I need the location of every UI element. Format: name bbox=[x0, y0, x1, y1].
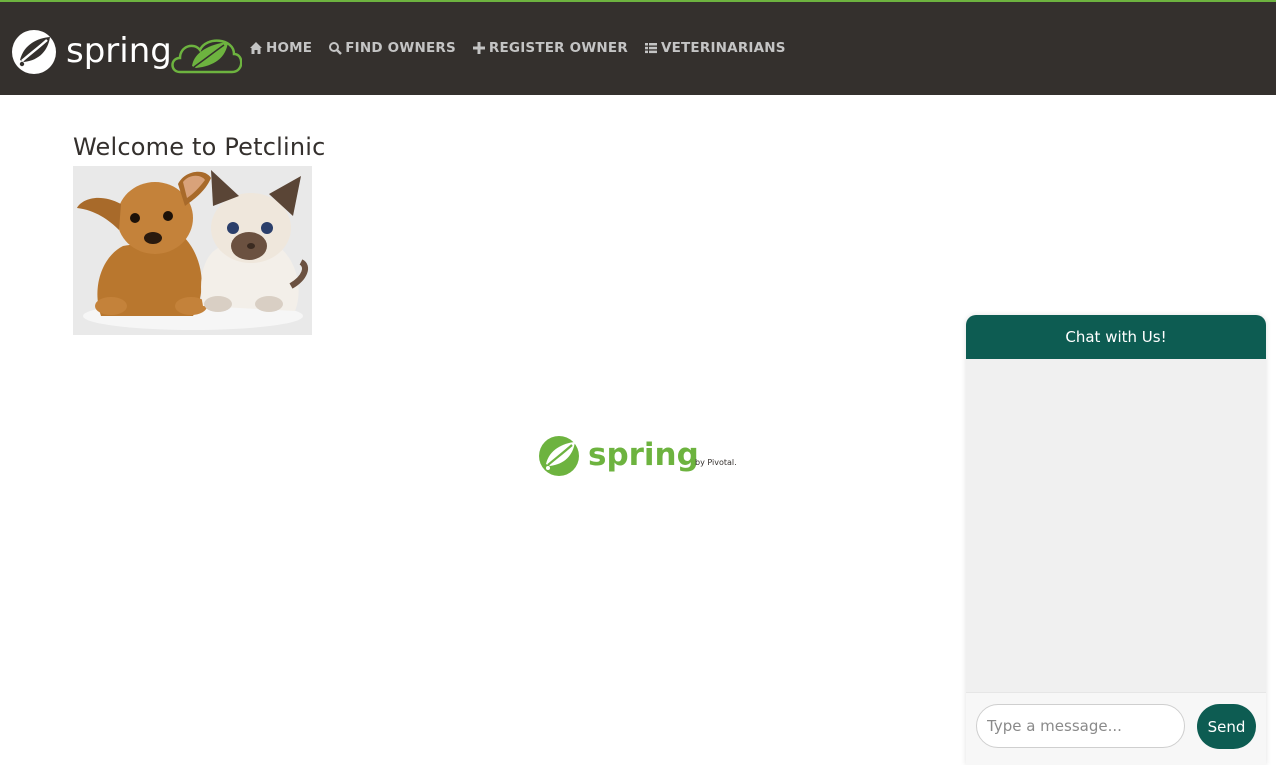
spring-logo[interactable]: spring bbox=[10, 28, 242, 76]
chat-header[interactable]: Chat with Us! bbox=[966, 315, 1266, 359]
chat-messages[interactable] bbox=[966, 359, 1266, 691]
nav-register-owner-label: REGISTER OWNER bbox=[488, 40, 628, 56]
plus-icon bbox=[472, 41, 486, 55]
brand-text: spring bbox=[66, 31, 172, 71]
nav-home[interactable]: HOME bbox=[249, 40, 312, 56]
nav-register-owner[interactable]: REGISTER OWNER bbox=[472, 40, 628, 56]
list-icon bbox=[644, 41, 658, 55]
footer-logo-text: spring bbox=[588, 437, 699, 473]
chat-footer: Send bbox=[966, 692, 1266, 765]
chat-widget: Chat with Us! Send bbox=[966, 315, 1266, 765]
page-title: Welcome to Petclinic bbox=[73, 133, 326, 161]
nav-veterinarians[interactable]: VETERINARIANS bbox=[644, 40, 786, 56]
main-nav: HOME FIND OWNERS REGISTER OWNER VETERINA… bbox=[249, 40, 802, 56]
chat-message-input[interactable] bbox=[976, 704, 1185, 748]
search-icon bbox=[328, 41, 343, 55]
nav-find-owners-label: FIND OWNERS bbox=[345, 40, 456, 56]
nav-home-label: HOME bbox=[266, 40, 313, 56]
send-button[interactable]: Send bbox=[1197, 704, 1256, 749]
navbar: spring HOME FIND OWNERS REGISTER OWNER V… bbox=[0, 0, 1276, 95]
nav-veterinarians-label: VETERINARIANS bbox=[660, 40, 786, 56]
footer-spring-logo: spring by Pivotal. bbox=[537, 434, 742, 478]
home-icon bbox=[249, 41, 263, 55]
pets-image bbox=[73, 166, 312, 335]
chat-title: Chat with Us! bbox=[1065, 328, 1167, 346]
footer-by-pivotal: by Pivotal. bbox=[695, 458, 737, 467]
nav-find-owners[interactable]: FIND OWNERS bbox=[328, 40, 456, 56]
